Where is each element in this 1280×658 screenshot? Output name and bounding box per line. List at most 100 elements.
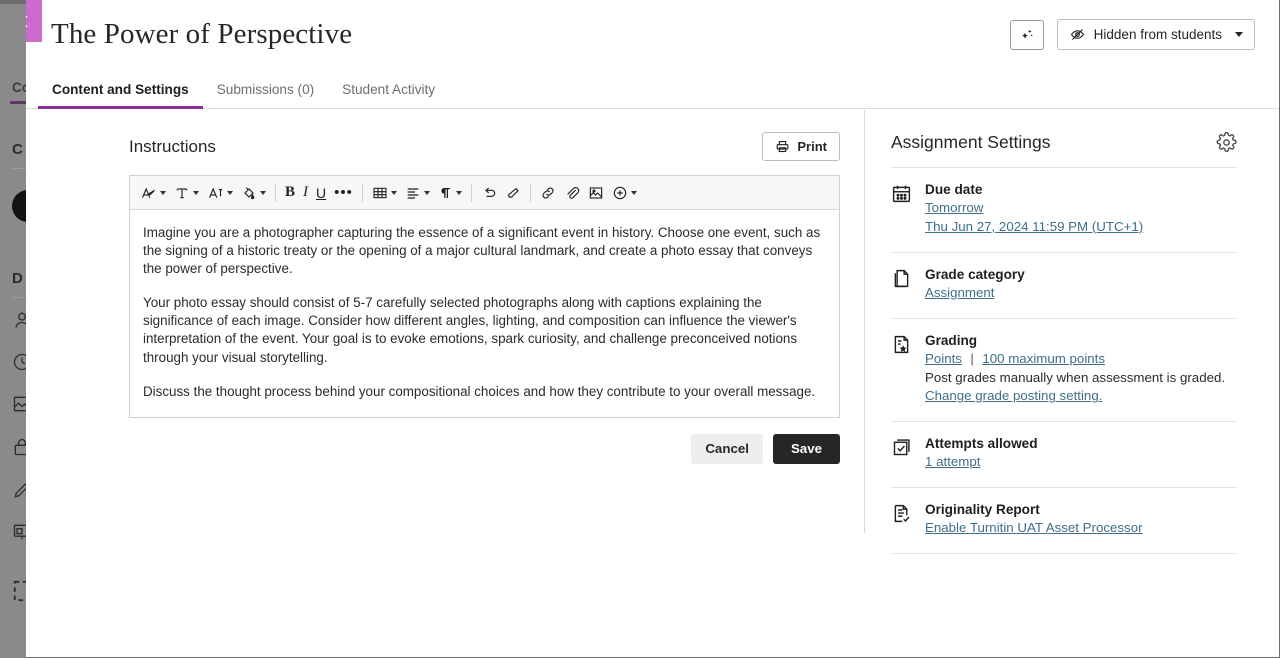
editor-actions: Cancel Save: [129, 434, 840, 464]
ai-assist-button[interactable]: [1010, 20, 1044, 50]
italic-icon[interactable]: I: [299, 181, 312, 205]
table-icon[interactable]: [368, 181, 401, 205]
setting-label: Originality Report: [925, 502, 1237, 517]
settings-title: Assignment Settings: [891, 132, 1051, 153]
assignment-modal: The Power of Perspective Hidden from stu…: [26, 0, 1280, 658]
instructions-text-area[interactable]: Imagine you are a photographer capturing…: [130, 210, 839, 417]
text-color-fill-icon[interactable]: [237, 181, 270, 205]
cancel-button[interactable]: Cancel: [691, 434, 763, 464]
grading-separator: |: [966, 351, 977, 366]
attempts-check-icon: [891, 436, 912, 472]
instructions-title: Instructions: [129, 137, 216, 157]
setting-row-attempts-allowed: Attempts allowed 1 attempt: [891, 421, 1237, 487]
editor-toolbar: B I U •••: [130, 176, 839, 210]
setting-label: Due date: [925, 182, 1237, 197]
document-icon: [891, 267, 912, 303]
toolbar-separator: [530, 184, 531, 202]
setting-row-grade-category: Grade category Assignment: [891, 252, 1237, 318]
gear-icon[interactable]: [1216, 132, 1237, 153]
font-size-icon[interactable]: [203, 181, 237, 205]
text-style-icon[interactable]: [136, 181, 170, 205]
setting-label: Attempts allowed: [925, 436, 1237, 451]
setting-body: Grading Points | 100 maximum points Post…: [925, 333, 1237, 407]
tab-student-activity[interactable]: Student Activity: [328, 82, 449, 108]
add-content-icon[interactable]: [608, 181, 641, 205]
clear-formatting-icon[interactable]: [501, 181, 525, 205]
setting-label: Grade category: [925, 267, 1237, 282]
setting-row-grading: Grading Points | 100 maximum points Post…: [891, 318, 1237, 422]
grading-points-link[interactable]: Points: [925, 351, 962, 366]
chevron-down-icon: [391, 191, 397, 195]
instructions-paragraph: Your photo essay should consist of 5-7 c…: [143, 294, 821, 366]
originality-report-link[interactable]: Enable Turnitin UAT Asset Processor: [925, 519, 1237, 538]
page-title: The Power of Perspective: [51, 18, 352, 51]
grading-note-text: Post grades manually when assessment is …: [925, 370, 1225, 385]
undo-icon[interactable]: [477, 181, 501, 205]
setting-body: Attempts allowed 1 attempt: [925, 436, 1237, 472]
due-date-relative-link[interactable]: Tomorrow: [925, 199, 1237, 218]
setting-label: Grading: [925, 333, 1237, 348]
attachment-icon[interactable]: [560, 181, 584, 205]
chevron-down-icon: [160, 191, 166, 195]
tab-bar: Content and Settings Submissions (0) Stu…: [26, 69, 1279, 109]
calendar-icon: [891, 182, 912, 237]
grading-links: Points | 100 maximum points: [925, 350, 1237, 369]
chevron-down-icon: [227, 191, 233, 195]
align-icon[interactable]: [401, 181, 434, 205]
settings-header: Assignment Settings: [891, 132, 1237, 167]
chevron-down-icon: [193, 191, 199, 195]
print-button[interactable]: Print: [762, 132, 840, 161]
setting-row-originality-report: Originality Report Enable Turnitin UAT A…: [891, 487, 1237, 553]
background-section-letter-c: C: [12, 141, 23, 158]
setting-row-due-date: Due date Tomorrow Thu Jun 27, 2024 11:59…: [891, 167, 1237, 252]
assignment-settings-pane: Assignment Settings Due date: [864, 110, 1279, 533]
modal-header: The Power of Perspective Hidden from stu…: [26, 0, 1279, 69]
close-icon[interactable]: [26, 0, 42, 42]
printer-icon: [775, 139, 790, 154]
chevron-down-icon: [260, 191, 266, 195]
change-grade-posting-link[interactable]: Change grade posting setting.: [925, 388, 1102, 403]
save-button[interactable]: Save: [773, 434, 840, 464]
font-family-icon[interactable]: [170, 181, 203, 205]
toolbar-separator: [362, 184, 363, 202]
chevron-down-icon: [631, 191, 637, 195]
toolbar-separator: [471, 184, 472, 202]
eye-slash-icon: [1070, 27, 1085, 42]
instructions-pane: Instructions Print: [26, 110, 864, 657]
setting-body: Originality Report Enable Turnitin UAT A…: [925, 502, 1237, 538]
rich-text-editor: B I U •••: [129, 175, 840, 418]
grading-star-icon: [891, 333, 912, 407]
grading-max-points-link[interactable]: 100 maximum points: [982, 351, 1105, 366]
background-section-letter-d: D: [12, 270, 23, 287]
instructions-paragraph: Imagine you are a photographer capturing…: [143, 224, 821, 278]
visibility-label: Hidden from students: [1094, 27, 1222, 42]
insert-image-icon[interactable]: [584, 181, 608, 205]
screen: Co C D: [0, 0, 1280, 658]
tab-submissions[interactable]: Submissions (0): [203, 82, 328, 108]
toolbar-separator: [275, 184, 276, 202]
background-header-strip: [0, 0, 26, 4]
visibility-dropdown[interactable]: Hidden from students: [1057, 19, 1255, 50]
setting-body: Grade category Assignment: [925, 267, 1237, 303]
underline-icon[interactable]: U: [312, 181, 330, 205]
chevron-down-icon: [424, 191, 430, 195]
grading-note: Post grades manually when assessment is …: [925, 369, 1237, 407]
bold-icon[interactable]: B: [281, 181, 299, 205]
originality-icon: [891, 502, 912, 538]
more-options-icon[interactable]: •••: [330, 181, 357, 205]
tab-content-and-settings[interactable]: Content and Settings: [38, 82, 203, 108]
instructions-paragraph: Discuss the thought process behind your …: [143, 383, 821, 401]
due-date-absolute-link[interactable]: Thu Jun 27, 2024 11:59 PM (UTC+1): [925, 218, 1237, 237]
ai-sparkle-icon: [1019, 27, 1035, 43]
chevron-down-icon: [456, 191, 462, 195]
grade-category-link[interactable]: Assignment: [925, 284, 1237, 303]
attempts-allowed-link[interactable]: 1 attempt: [925, 453, 1237, 472]
paragraph-icon[interactable]: [434, 181, 466, 205]
modal-body: Instructions Print: [26, 110, 1279, 657]
print-label: Print: [797, 139, 827, 154]
link-icon[interactable]: [536, 181, 560, 205]
setting-body: Due date Tomorrow Thu Jun 27, 2024 11:59…: [925, 182, 1237, 237]
chevron-down-icon: [1235, 32, 1243, 37]
settings-footer-divider: [891, 553, 1237, 554]
instructions-header: Instructions Print: [129, 132, 840, 161]
